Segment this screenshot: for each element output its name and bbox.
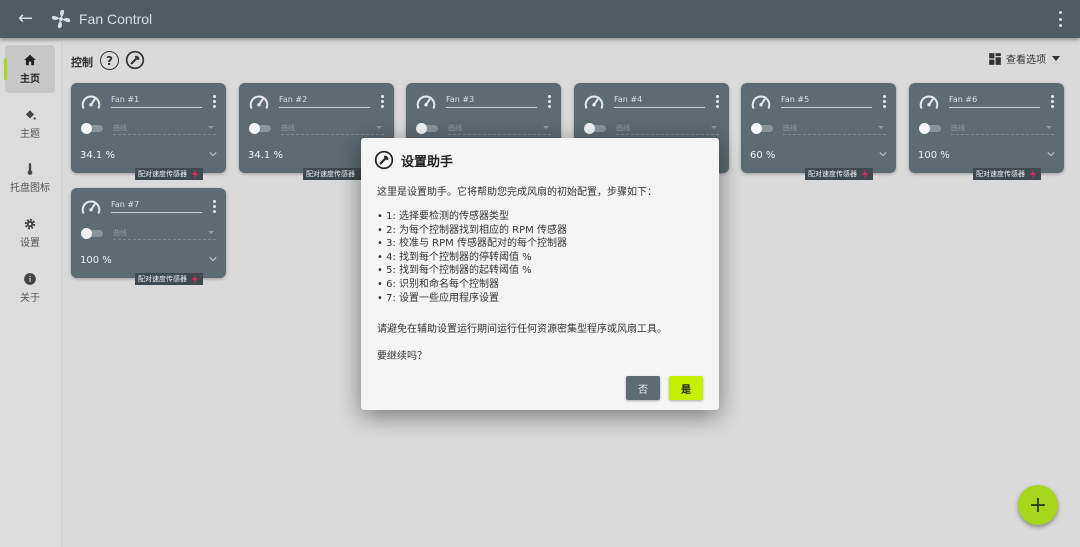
title-bar: ← Fan Control (0, 0, 1080, 38)
yes-button[interactable]: 是 (669, 376, 703, 400)
more-options-icon[interactable] (1057, 11, 1063, 27)
back-arrow-icon[interactable]: ← (18, 0, 38, 38)
dialog-header: 设置助手 (374, 150, 453, 170)
list-item: 7: 设置一些应用程序设置 (377, 292, 567, 306)
setup-wizard-dialog: 设置助手 这里是设置助手。它将帮助您完成风扇的初始配置，步骤如下： 1: 选择要… (361, 138, 719, 410)
list-item: 2: 为每个控制器找到相应的 RPM 传感器 (377, 224, 567, 238)
app-title: Fan Control (79, 11, 153, 27)
setup-wizard-icon (374, 150, 394, 170)
dialog-warning: 请避免在辅助设置运行期间运行任何资源密集型程序或风扇工具。 (377, 324, 667, 335)
list-item: 6: 识别和命名每个控制器 (377, 278, 567, 292)
dialog-question: 要继续吗？ (377, 351, 427, 362)
list-item: 4: 找到每个控制器的停转阈值 % (377, 251, 567, 265)
list-item: 5: 找到每个控制器的起转阈值 % (377, 264, 567, 278)
step-list: 1: 选择要检测的传感器类型 2: 为每个控制器找到相应的 RPM 传感器 3:… (377, 210, 567, 305)
list-item: 1: 选择要检测的传感器类型 (377, 210, 567, 224)
dialog-title: 设置助手 (401, 154, 454, 170)
list-item: 3: 校准与 RPM 传感器配对的每个控制器 (377, 237, 567, 251)
fan-logo-icon (51, 9, 71, 29)
no-button[interactable]: 否 (626, 376, 660, 400)
dialog-intro: 这里是设置助手。它将帮助您完成风扇的初始配置，步骤如下： (377, 187, 657, 198)
